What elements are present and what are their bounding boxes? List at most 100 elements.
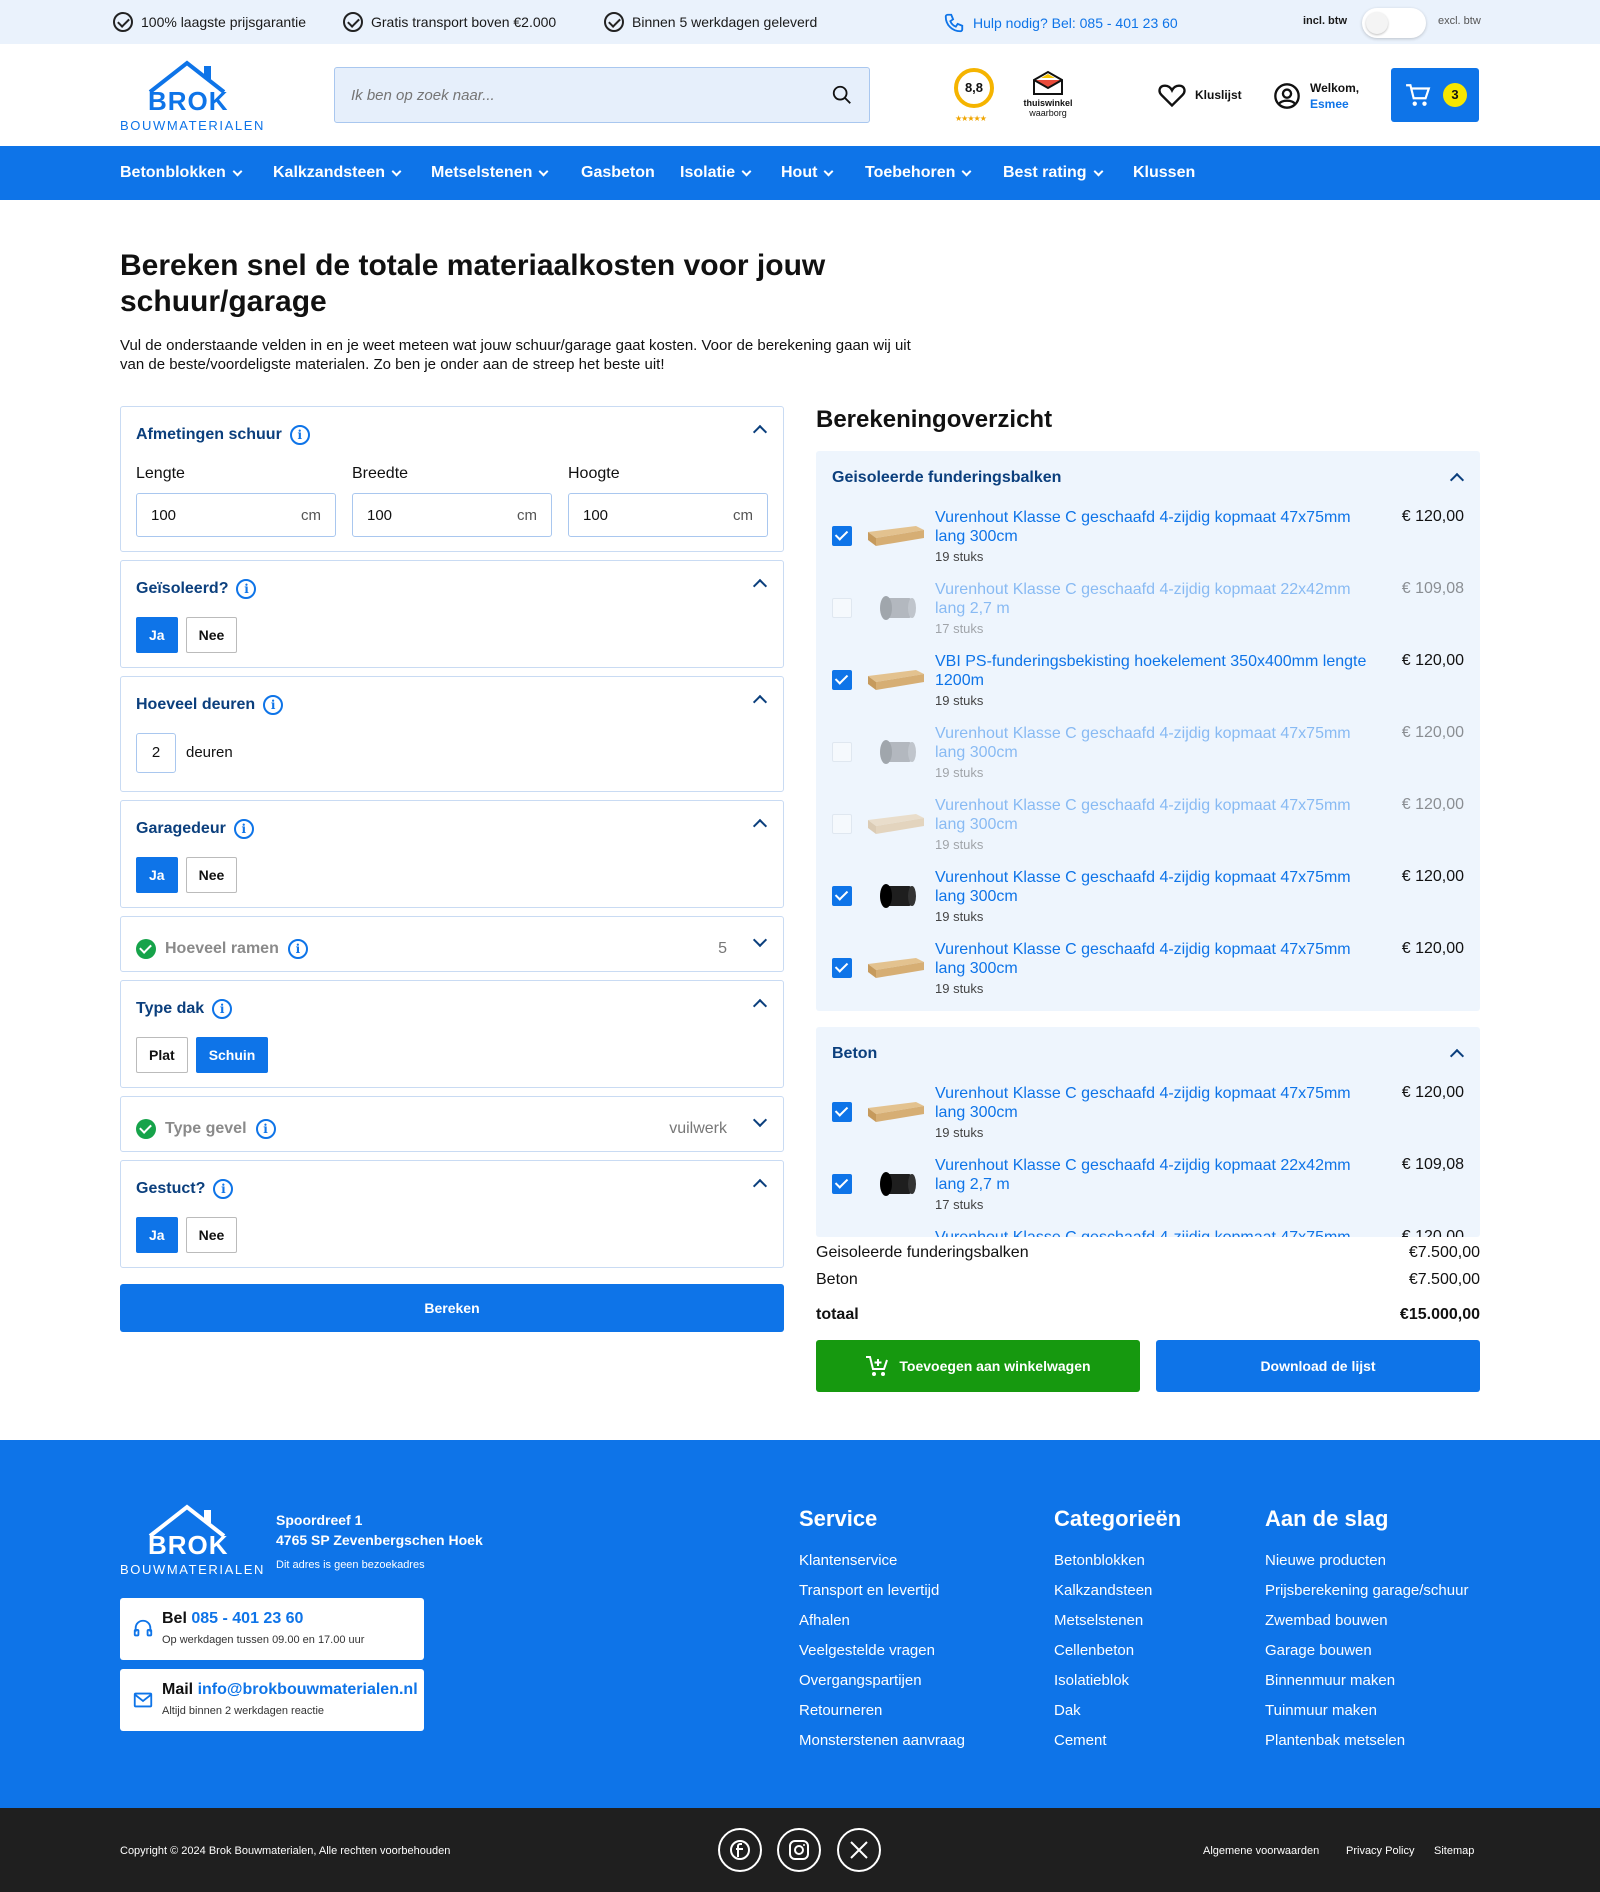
panel-title[interactable]: Type dak i: [136, 999, 233, 1019]
nav-item-hout[interactable]: Hout: [781, 164, 834, 182]
product-name[interactable]: Vurenhout Klasse C geschaafd 4-zijdig ko…: [935, 868, 1385, 906]
facebook-icon[interactable]: [718, 1828, 762, 1872]
length-field[interactable]: 100 cm: [136, 493, 336, 537]
footer-link[interactable]: Zwembad bouwen: [1265, 1606, 1468, 1636]
product-name[interactable]: Vurenhout Klasse C geschaafd 4-zijdig ko…: [935, 580, 1385, 618]
chevron-down-icon[interactable]: [752, 932, 768, 948]
footer-link[interactable]: Metselstenen: [1054, 1606, 1181, 1636]
chevron-up-icon[interactable]: [1449, 1048, 1465, 1064]
nav-item-kalkzandsteen[interactable]: Kalkzandsteen: [273, 164, 402, 182]
chevron-up-icon[interactable]: [752, 1178, 768, 1194]
phone-link[interactable]: 085 - 401 23 60: [191, 1610, 303, 1627]
footer-link[interactable]: Prijsberekening garage/schuur: [1265, 1576, 1468, 1606]
footer-link[interactable]: Monsterstenen aanvraag: [799, 1726, 965, 1756]
info-icon[interactable]: i: [289, 425, 310, 445]
footer-link[interactable]: Dak: [1054, 1696, 1181, 1726]
calculate-button[interactable]: Bereken: [120, 1284, 784, 1332]
product-checkbox[interactable]: [832, 814, 852, 834]
plastered-no-button[interactable]: Nee: [185, 1217, 238, 1253]
email-link[interactable]: info@brokbouwmaterialen.nl: [198, 1681, 418, 1698]
footer-link[interactable]: Retourneren: [799, 1696, 965, 1726]
insulated-no-button[interactable]: Nee: [185, 617, 238, 653]
nav-item-toebehoren[interactable]: Toebehoren: [865, 164, 972, 182]
plastered-yes-button[interactable]: Ja: [136, 1217, 178, 1253]
panel-windows[interactable]: Hoeveel ramen i 5: [120, 916, 784, 972]
footer-link[interactable]: Garage bouwen: [1265, 1636, 1468, 1666]
info-icon[interactable]: i: [255, 1119, 276, 1139]
footer-link[interactable]: Klantenservice: [799, 1546, 965, 1576]
chevron-up-icon[interactable]: [752, 424, 768, 440]
mail-card[interactable]: Mail info@brokbouwmaterialen.nl Altijd b…: [120, 1669, 424, 1731]
footer-link[interactable]: Kalkzandsteen: [1054, 1576, 1181, 1606]
chevron-up-icon[interactable]: [752, 998, 768, 1014]
group-title[interactable]: Beton: [832, 1045, 877, 1063]
btw-toggle[interactable]: [1362, 8, 1426, 38]
product-name[interactable]: Vurenhout Klasse C geschaafd 4-zijdig ko…: [935, 508, 1385, 546]
info-icon[interactable]: i: [213, 1179, 234, 1199]
terms-link[interactable]: Algemene voorwaarden: [1203, 1845, 1319, 1857]
panel-title[interactable]: Garagedeur i: [136, 819, 254, 839]
insulated-yes-button[interactable]: Ja: [136, 617, 178, 653]
footer-logo[interactable]: BROK BOUWMATERIALEN: [120, 1502, 263, 1578]
nav-item-best-rating[interactable]: Best rating: [1003, 164, 1104, 182]
product-checkbox[interactable]: [832, 1102, 852, 1122]
product-checkbox[interactable]: [832, 742, 852, 762]
nav-item-isolatie[interactable]: Isolatie: [680, 164, 752, 182]
product-checkbox[interactable]: [832, 958, 852, 978]
footer-link[interactable]: Isolatieblok: [1054, 1666, 1181, 1696]
product-name[interactable]: Vurenhout Klasse C geschaafd 4-zijdig ko…: [935, 796, 1385, 834]
product-name[interactable]: Vurenhout Klasse C geschaafd 4-zijdig ko…: [935, 724, 1385, 762]
privacy-link[interactable]: Privacy Policy: [1346, 1845, 1414, 1857]
product-checkbox[interactable]: [832, 670, 852, 690]
footer-link[interactable]: Veelgestelde vragen: [799, 1636, 965, 1666]
panel-title[interactable]: Gestuct? i: [136, 1179, 234, 1199]
footer-link[interactable]: Cellenbeton: [1054, 1636, 1181, 1666]
product-checkbox[interactable]: [832, 598, 852, 618]
add-to-cart-button[interactable]: Toevoegen aan winkelwagen: [816, 1340, 1140, 1392]
info-icon[interactable]: i: [233, 819, 254, 839]
footer-link[interactable]: Nieuwe producten: [1265, 1546, 1468, 1576]
group-title[interactable]: Geisoleerde funderingsbalken: [832, 469, 1061, 487]
doors-input[interactable]: 2: [136, 733, 176, 773]
footer-link[interactable]: Cement: [1054, 1726, 1181, 1756]
info-icon[interactable]: i: [236, 579, 257, 599]
sitemap-link[interactable]: Sitemap: [1434, 1845, 1474, 1857]
cart-button[interactable]: 3: [1391, 68, 1479, 122]
wishlist-link[interactable]: Kluslijst: [1158, 82, 1242, 108]
chevron-up-icon[interactable]: [752, 578, 768, 594]
x-twitter-icon[interactable]: [837, 1828, 881, 1872]
product-name[interactable]: Vurenhout Klasse C geschaafd 4-zijdig ko…: [935, 940, 1385, 978]
call-card[interactable]: Bel 085 - 401 23 60 Op werkdagen tussen …: [120, 1598, 424, 1660]
nav-item-metselstenen[interactable]: Metselstenen: [431, 164, 549, 182]
panel-facade[interactable]: Type gevel i vuilwerk: [120, 1096, 784, 1152]
chevron-up-icon[interactable]: [752, 694, 768, 710]
thuiswinkel-badge[interactable]: thuiswinkel waarborg: [1018, 70, 1078, 118]
product-name[interactable]: VBI PS-funderingsbekisting hoekelement 3…: [935, 652, 1385, 690]
product-checkbox[interactable]: [832, 526, 852, 546]
footer-link[interactable]: Binnenmuur maken: [1265, 1666, 1468, 1696]
product-name[interactable]: Vurenhout Klasse C geschaafd 4-zijdig ko…: [935, 1084, 1385, 1122]
rating-badge[interactable]: 8,8: [954, 68, 994, 108]
info-icon[interactable]: i: [263, 695, 284, 715]
nav-item-klussen[interactable]: Klussen: [1133, 164, 1195, 182]
nav-item-gasbeton[interactable]: Gasbeton: [581, 164, 655, 182]
panel-title[interactable]: Afmetingen schuur i: [136, 425, 310, 445]
panel-title[interactable]: Geïsoleerd? i: [136, 579, 257, 599]
chevron-up-icon[interactable]: [1449, 472, 1465, 488]
download-list-button[interactable]: Download de lijst: [1156, 1340, 1480, 1392]
roof-flat-button[interactable]: Plat: [136, 1037, 188, 1073]
search-icon[interactable]: [831, 84, 853, 106]
search-input[interactable]: [351, 68, 821, 122]
footer-link[interactable]: Overgangspartijen: [799, 1666, 965, 1696]
footer-link[interactable]: Afhalen: [799, 1606, 965, 1636]
account-link[interactable]: Welkom, Esmee: [1273, 80, 1359, 112]
garage-door-no-button[interactable]: Nee: [185, 857, 238, 893]
info-icon[interactable]: i: [287, 939, 308, 959]
footer-link[interactable]: Transport en levertijd: [799, 1576, 965, 1606]
product-checkbox[interactable]: [832, 886, 852, 906]
help-phone-link[interactable]: Hulp nodig? Bel: 085 - 401 23 60: [943, 12, 1178, 34]
nav-item-betonblokken[interactable]: Betonblokken: [120, 164, 243, 182]
footer-link[interactable]: Betonblokken: [1054, 1546, 1181, 1576]
footer-link[interactable]: Tuinmuur maken: [1265, 1696, 1468, 1726]
instagram-icon[interactable]: [777, 1828, 821, 1872]
